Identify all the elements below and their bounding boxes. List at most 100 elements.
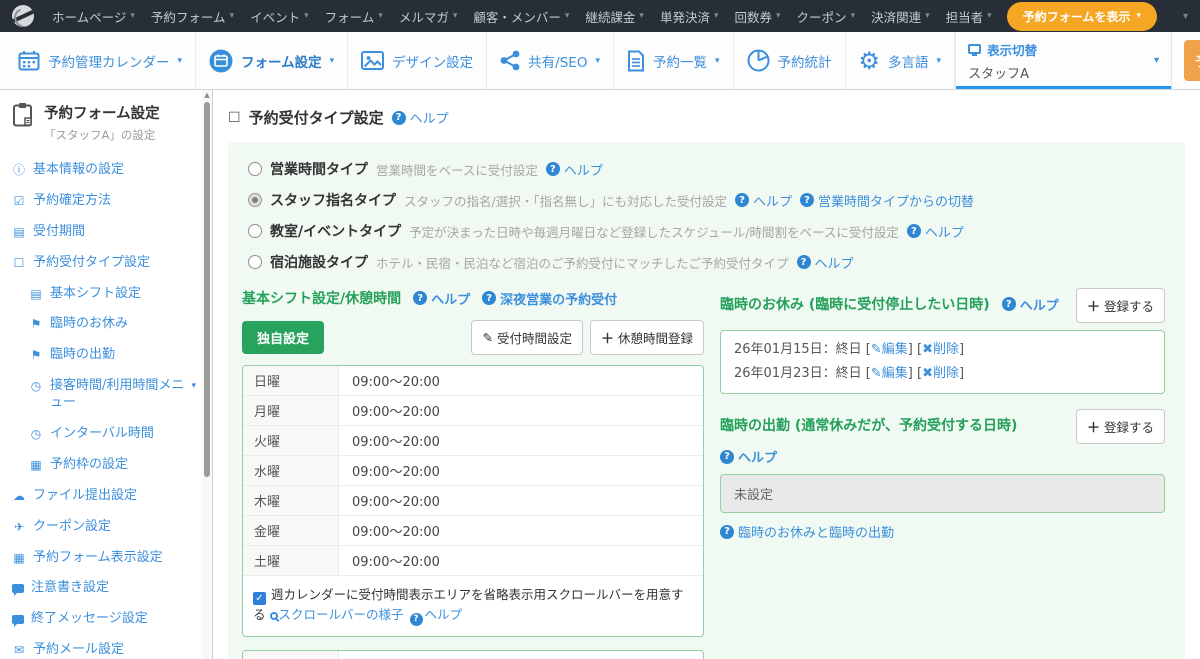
- table-row: 月曜09:00～20:00: [243, 396, 703, 426]
- section-heading-label: 臨時のお休み (臨時に受付停止したい日時): [720, 294, 990, 314]
- edit-label: 編集: [882, 366, 908, 381]
- scrollbar-preview-link[interactable]: スクロールバーの様子: [279, 607, 404, 622]
- radio-label[interactable]: スタッフ指名タイプ: [270, 190, 396, 210]
- nav-recurring-billing[interactable]: 継続課金▾: [577, 7, 652, 26]
- sidebar-item-temporary-work[interactable]: ⚑臨時の出勤: [12, 340, 196, 371]
- help-link[interactable]: ?ヘルプ: [413, 289, 470, 308]
- nav-reservation-form[interactable]: 予約フォーム▾: [143, 7, 242, 26]
- nav-coupon[interactable]: クーポン▾: [789, 7, 864, 26]
- toolbar-share-seo[interactable]: 共有/SEO ▾: [487, 32, 614, 89]
- toolbar-reservation-stats[interactable]: 予約統計: [734, 32, 846, 89]
- help-link[interactable]: ?ヘルプ: [1002, 295, 1059, 314]
- help-icon: ?: [720, 525, 734, 539]
- nav-form[interactable]: フォーム▾: [317, 7, 391, 26]
- help-link[interactable]: ?ヘルプ: [546, 160, 603, 179]
- radio-label[interactable]: 教室/イベントタイプ: [270, 221, 401, 241]
- nav-payment-related[interactable]: 決済関連▾: [863, 7, 938, 26]
- help-icon: ?: [1002, 297, 1016, 311]
- sidebar-item-form-display[interactable]: ▦予約フォーム表示設定: [12, 543, 196, 574]
- sidebar-item-service-time-menu[interactable]: ◷接客時間/利用時間メニュー▾: [12, 371, 196, 419]
- toolbar-multilang[interactable]: ⚙ 多言語 ▾: [846, 32, 956, 89]
- scrollbar-up-arrow-icon[interactable]: ▲: [202, 90, 212, 101]
- edit-link[interactable]: ✎編集: [871, 366, 908, 381]
- delete-link[interactable]: ✖削除: [922, 342, 959, 357]
- radio-business-hours[interactable]: [248, 162, 262, 176]
- radio-lodging[interactable]: [248, 255, 262, 269]
- sidebar-item-end-message[interactable]: 終了メッセージ設定: [12, 604, 196, 635]
- register-temp-work-button[interactable]: ＋登録する: [1076, 409, 1165, 444]
- help-link[interactable]: ?ヘルプ: [907, 222, 964, 241]
- entry-date: 26年01月15日：終日: [734, 342, 862, 357]
- reception-time-setting-button[interactable]: ✎受付時間設定: [471, 320, 583, 355]
- help-link[interactable]: ヘルプ: [425, 607, 463, 622]
- radio-label[interactable]: 宿泊施設タイプ: [270, 252, 368, 272]
- radio-row-lodging: 宿泊施設タイプ ホテル・民宿・民泊など宿泊のご予約受付にマッチしたご予約受付タイ…: [248, 252, 1165, 272]
- sidebar-item-notes-settings[interactable]: 注意書き設定: [12, 573, 196, 604]
- sidebar-item-acceptance-period[interactable]: ▤受付期間: [12, 217, 196, 248]
- delete-link[interactable]: ✖削除: [922, 366, 959, 381]
- checkbox-checked-icon[interactable]: ✓: [253, 592, 266, 605]
- show-reservation-form-button[interactable]: 予約フォームを表示▾: [1007, 2, 1157, 31]
- help-link[interactable]: ?ヘルプ: [797, 253, 854, 272]
- radio-desc: スタッフの指名/選択・「指名無し」にも対応した受付設定: [404, 191, 727, 210]
- temp-off-and-work-link[interactable]: ?臨時のお休みと臨時の出勤: [720, 522, 894, 541]
- radio-staff-designation[interactable]: [248, 193, 262, 207]
- edit-link[interactable]: ✎編集: [871, 342, 908, 357]
- register-temp-off-button[interactable]: ＋登録する: [1076, 288, 1165, 323]
- nav-ticket-book[interactable]: 回数券▾: [727, 7, 789, 26]
- nav-homepage[interactable]: ホームページ▾: [44, 7, 143, 26]
- break-time-register-button[interactable]: ＋休憩時間登録: [590, 320, 704, 355]
- toolbar-design-settings[interactable]: デザイン設定: [348, 32, 487, 89]
- help-icon: ?: [800, 193, 814, 207]
- switch-from-business-hours-link[interactable]: ?営業時間タイプからの切替: [800, 191, 974, 210]
- help-link[interactable]: ?ヘルプ: [720, 447, 777, 466]
- help-label: ヘルプ: [564, 160, 603, 179]
- brand-logo-icon[interactable]: [12, 5, 34, 27]
- sidebar-item-label: 接客時間/利用時間メニュー: [50, 378, 184, 412]
- button-label: 登録する: [1104, 417, 1154, 436]
- accepting-button[interactable]: 予約受付中: [1184, 40, 1200, 81]
- envelope-icon: ✉: [12, 642, 26, 659]
- sidebar-item-file-submission[interactable]: ☁ファイル提出設定: [12, 481, 196, 512]
- chevron-down-icon: ▾: [776, 11, 781, 21]
- toolbar-reservation-calendar[interactable]: 予約管理カレンダー ▾: [0, 32, 196, 89]
- sidebar-item-confirm-method[interactable]: ☑予約確定方法: [12, 186, 196, 217]
- late-night-reservation-link[interactable]: ?深夜営業の予約受付: [482, 289, 617, 308]
- section-heading-label: 臨時の出勤 (通常休みだが、予約受付する日時): [720, 415, 1017, 435]
- nav-event[interactable]: イベント▾: [242, 7, 317, 26]
- radio-class-event[interactable]: [248, 224, 262, 238]
- nav-mail-magazine[interactable]: メルマガ▾: [391, 7, 466, 26]
- toolbar-form-settings[interactable]: フォーム設定 ▾: [196, 32, 348, 89]
- help-link[interactable]: ?ヘルプ: [392, 108, 449, 127]
- basic-shift-heading: 基本シフト設定/休憩時間 ?ヘルプ ?深夜営業の予約受付: [242, 288, 704, 308]
- sidebar-scrollbar[interactable]: ▲: [202, 90, 212, 659]
- sidebar-item-temporary-holiday[interactable]: ⚑臨時のお休み: [12, 309, 196, 340]
- scrollbar-thumb[interactable]: [204, 102, 210, 477]
- nav-one-time-payment[interactable]: 単発決済▾: [652, 7, 727, 26]
- scrollbar-option-row: ✓週カレンダーに受付時間表示エリアを省略表示用スクロールバーを用意するスクロール…: [243, 576, 703, 636]
- temp-work-heading-row: 臨時の出勤 (通常休みだが、予約受付する日時) ?ヘルプ ＋登録する: [720, 409, 1165, 466]
- page-title: 予約受付タイプ設定: [249, 107, 384, 128]
- user-menu-caret-icon[interactable]: ▾: [1183, 11, 1188, 22]
- chevron-down-icon: ▾: [595, 56, 600, 66]
- sidebar-item-coupon-settings[interactable]: ✈クーポン設定: [12, 512, 196, 543]
- sidebar-item-label: 予約枠の設定: [50, 457, 128, 474]
- sidebar-item-acceptance-type[interactable]: ☐予約受付タイプ設定: [12, 248, 196, 279]
- help-link[interactable]: ?ヘルプ: [735, 191, 792, 210]
- radio-row-business-hours: 営業時間タイプ 営業時間をベースに受付設定 ?ヘルプ: [248, 159, 1165, 179]
- sidebar-item-interval-time[interactable]: ◷インターバル時間: [12, 419, 196, 450]
- entry-date: 26年01月23日：終日: [734, 366, 862, 381]
- nav-staff[interactable]: 担当者▾: [938, 7, 1000, 26]
- display-switch-dropdown[interactable]: 表示切替 スタッフA ▾: [955, 32, 1171, 89]
- time-cell: 09:00～20:00: [339, 426, 453, 455]
- toolbar-reservation-list[interactable]: 予約一覧 ▾: [614, 32, 734, 89]
- temp-work-unset-box: 未設定: [720, 474, 1165, 513]
- sidebar-item-basic-shift[interactable]: ▤基本シフト設定: [12, 279, 196, 310]
- radio-label[interactable]: 営業時間タイプ: [270, 159, 368, 179]
- nav-customers-members[interactable]: 顧客・メンバー▾: [465, 7, 577, 26]
- sidebar-item-label: ファイル提出設定: [33, 488, 137, 505]
- sidebar-item-slot-settings[interactable]: ▦予約枠の設定: [12, 450, 196, 481]
- sidebar-item-reservation-mail[interactable]: ✉予約メール設定: [12, 635, 196, 659]
- custom-setting-button[interactable]: 独自設定: [242, 321, 324, 354]
- sidebar-item-basic-info[interactable]: ⓘ基本情報の設定: [12, 155, 196, 186]
